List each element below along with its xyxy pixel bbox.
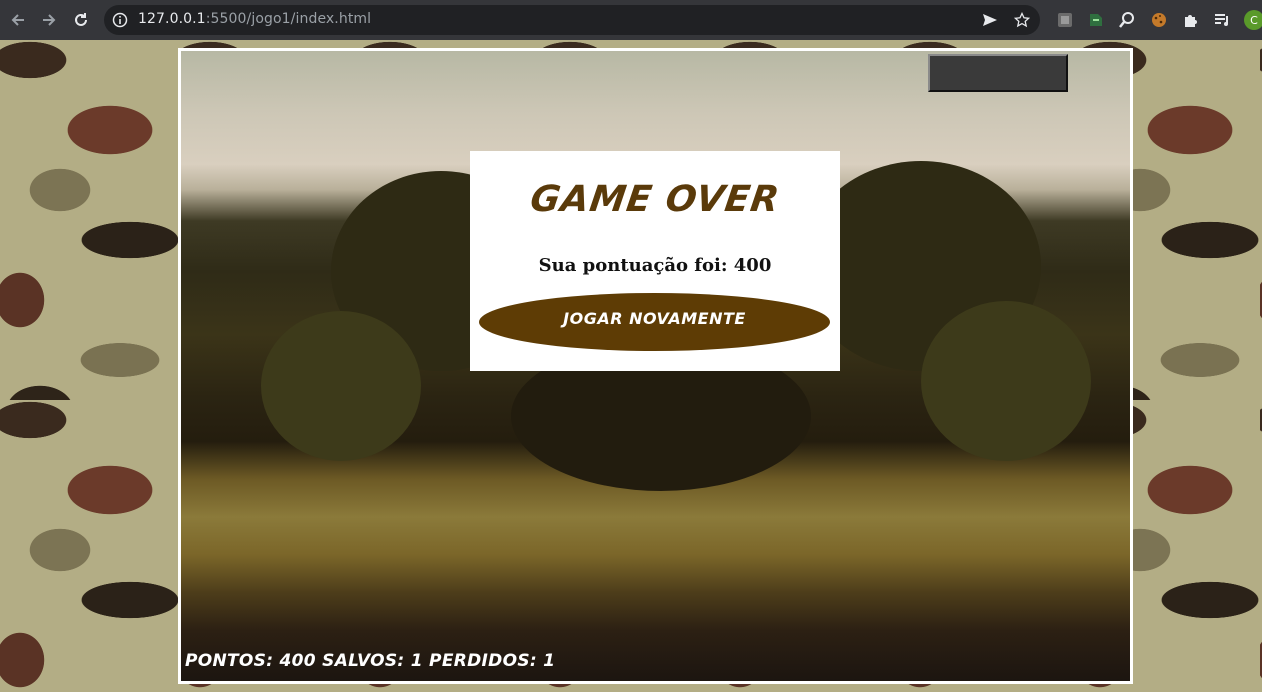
extension-2-icon[interactable] xyxy=(1087,11,1105,29)
address-bar[interactable]: 127.0.0.1:5500/jogo1/index.html xyxy=(104,5,1040,35)
extension-1-icon[interactable] xyxy=(1056,11,1074,29)
game-over-panel: GAME OVER Sua pontuação foi: 400 JOGAR N… xyxy=(470,151,840,371)
search-extension-icon[interactable] xyxy=(1118,11,1136,29)
game-status-bar: PONTOS: 400 SALVOS: 1 PERDIDOS: 1 xyxy=(185,651,556,671)
url-host: 127.0.0.1 xyxy=(138,11,206,27)
reading-list-icon[interactable] xyxy=(1213,11,1231,29)
profile-avatar[interactable]: C xyxy=(1244,10,1262,30)
play-again-button[interactable]: JOGAR NOVAMENTE xyxy=(479,293,830,351)
url-path: :5500/jogo1/index.html xyxy=(205,11,372,27)
puzzle-icon[interactable] xyxy=(1182,11,1200,29)
send-icon[interactable] xyxy=(982,12,998,28)
cookie-icon[interactable] xyxy=(1150,11,1168,29)
play-again-label: JOGAR NOVAMENTE xyxy=(563,308,746,328)
back-arrow-icon xyxy=(11,14,24,26)
page-background: GAME OVER Sua pontuação foi: 400 JOGAR N… xyxy=(0,40,1262,692)
back-button[interactable] xyxy=(2,4,34,36)
url-text[interactable]: 127.0.0.1:5500/jogo1/index.html xyxy=(138,11,371,27)
star-icon[interactable] xyxy=(1014,12,1030,28)
game-over-title: GAME OVER xyxy=(527,179,783,220)
forward-arrow-icon xyxy=(43,14,56,26)
reload-icon xyxy=(75,13,87,26)
reload-button[interactable] xyxy=(65,4,97,36)
tree-decoration xyxy=(921,301,1091,461)
tree-decoration xyxy=(261,311,421,461)
final-score-text: Sua pontuação foi: 400 xyxy=(538,255,772,276)
score-display-box xyxy=(928,54,1068,92)
info-icon[interactable] xyxy=(112,12,128,28)
game-area: GAME OVER Sua pontuação foi: 400 JOGAR N… xyxy=(178,48,1133,684)
browser-toolbar: 127.0.0.1:5500/jogo1/index.html C xyxy=(0,0,1262,40)
forward-button[interactable] xyxy=(33,4,65,36)
